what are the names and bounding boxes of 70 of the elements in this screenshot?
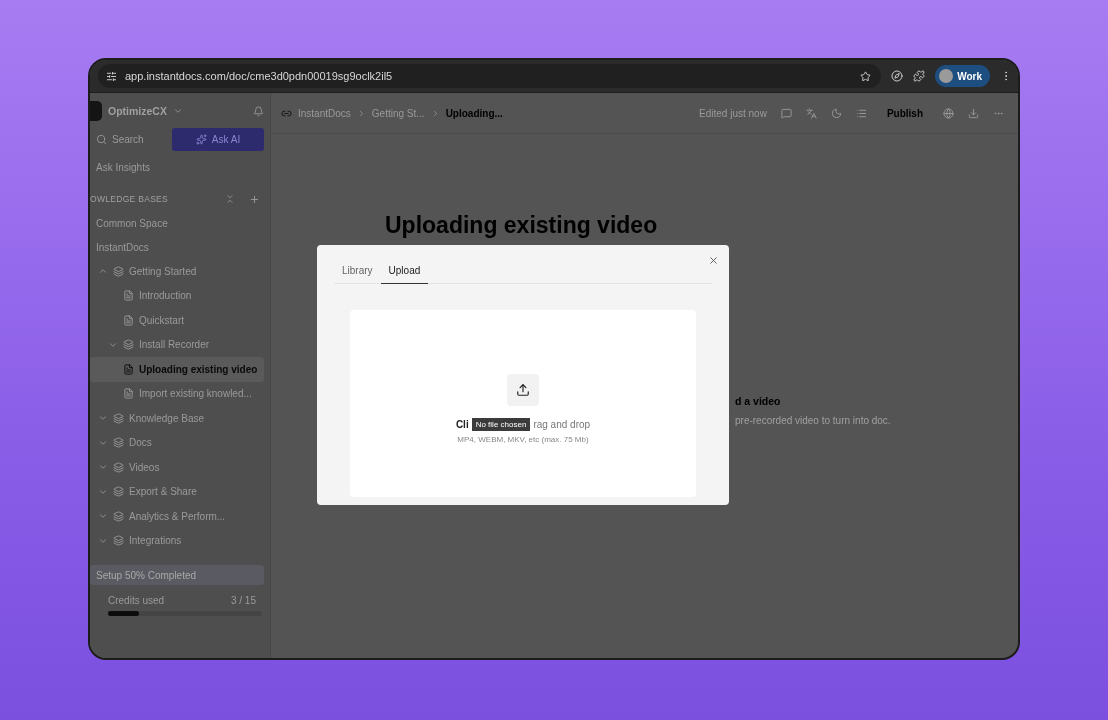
tree-item[interactable]: Uploading existing video — [90, 357, 264, 382]
extensions-icon[interactable] — [913, 70, 926, 82]
download-icon[interactable] — [968, 107, 979, 119]
tree-item[interactable]: Knowledge Base — [90, 406, 264, 431]
file-format-hint: MP4, WEBM, MKV, etc (max. 75 Mb) — [457, 434, 589, 444]
star-icon[interactable] — [860, 70, 872, 82]
breadcrumb[interactable]: Uploading... — [445, 107, 503, 119]
upload-prompt: Cli — [455, 418, 469, 430]
space-item[interactable]: Common Space — [96, 217, 168, 229]
stack-icon — [113, 412, 124, 424]
setup-banner[interactable]: Setup 50% Completed — [90, 565, 264, 585]
search-icon — [96, 133, 107, 145]
list-icon[interactable] — [855, 107, 867, 119]
tree-item[interactable]: Install Recorder — [90, 332, 264, 357]
tree-item[interactable]: Integrations — [90, 528, 264, 553]
breadcrumb[interactable]: Getting St... — [371, 107, 425, 119]
tooltip: No file chosen — [471, 417, 531, 431]
nav-item[interactable]: Ask Insights — [96, 161, 150, 173]
profile-button[interactable]: Work — [935, 65, 990, 87]
stack-icon — [113, 486, 124, 498]
workspace-name[interactable]: OptimizeCX — [108, 105, 167, 117]
document-icon — [123, 314, 134, 326]
credits-label: Credits used — [108, 594, 165, 606]
moon-icon[interactable] — [830, 107, 842, 119]
document-title: Uploading existing video — [385, 212, 659, 239]
tree-item[interactable]: Quickstart — [90, 308, 264, 333]
stack-icon — [113, 510, 124, 522]
stack-icon — [113, 265, 124, 277]
credits-count: 3 / 15 — [230, 594, 256, 606]
tree-item[interactable]: Getting Started — [90, 259, 264, 284]
tab[interactable]: Upload — [380, 258, 429, 284]
document-icon — [123, 290, 134, 302]
document-icon — [123, 363, 134, 375]
bell-icon[interactable] — [253, 105, 264, 117]
comment-icon[interactable] — [780, 107, 792, 119]
tree-item[interactable]: Import existing knowled... — [90, 381, 264, 406]
add-icon[interactable] — [249, 193, 260, 205]
tree-item[interactable]: Introduction — [90, 283, 264, 308]
upload-prompt: rag and drop — [533, 418, 591, 430]
tab[interactable]: Library — [334, 258, 381, 284]
translate-icon[interactable] — [805, 107, 817, 119]
site-settings-icon[interactable] — [106, 70, 117, 82]
chevron-down-icon[interactable] — [172, 106, 183, 116]
card-description: pre-recorded video to turn into doc. — [735, 415, 892, 426]
card-title: d a video — [735, 395, 782, 407]
section-heading: OWLEDGE BASES — [90, 194, 169, 204]
document-icon — [123, 388, 134, 400]
stack-icon — [113, 437, 124, 449]
upload-icon — [516, 382, 530, 397]
collapse-all-icon[interactable] — [225, 194, 235, 204]
stack-icon — [113, 461, 124, 473]
tree-item[interactable]: Export & Share — [90, 479, 264, 504]
tree-item[interactable]: Docs — [90, 430, 264, 455]
compass-icon[interactable] — [891, 70, 904, 82]
stack-icon — [113, 535, 124, 547]
upload-button[interactable] — [507, 373, 539, 406]
close-button[interactable] — [708, 255, 719, 266]
publish-button[interactable]: Publish — [880, 107, 929, 119]
space-item[interactable]: InstantDocs — [96, 241, 149, 253]
tree-item[interactable]: Analytics & Perform... — [90, 504, 264, 529]
tree-item[interactable]: Videos — [90, 455, 264, 480]
breadcrumb[interactable]: InstantDocs — [298, 107, 351, 119]
edit-status: Edited just now — [699, 107, 767, 119]
dropzone[interactable]: Cli No file chosen rag and drop MP4, WEBM, MKV, etc (max. 75 Mb) — [350, 310, 696, 497]
globe-icon[interactable] — [943, 107, 954, 119]
ask-ai-button[interactable]: Ask AI — [172, 127, 264, 151]
sparkles-icon — [195, 133, 207, 145]
avatar — [939, 69, 954, 83]
address-bar[interactable]: app.instantdocs.com/doc/cme3d0pdn00019sg9oclk2il5 — [98, 64, 882, 88]
search-button[interactable]: Search — [96, 133, 166, 145]
